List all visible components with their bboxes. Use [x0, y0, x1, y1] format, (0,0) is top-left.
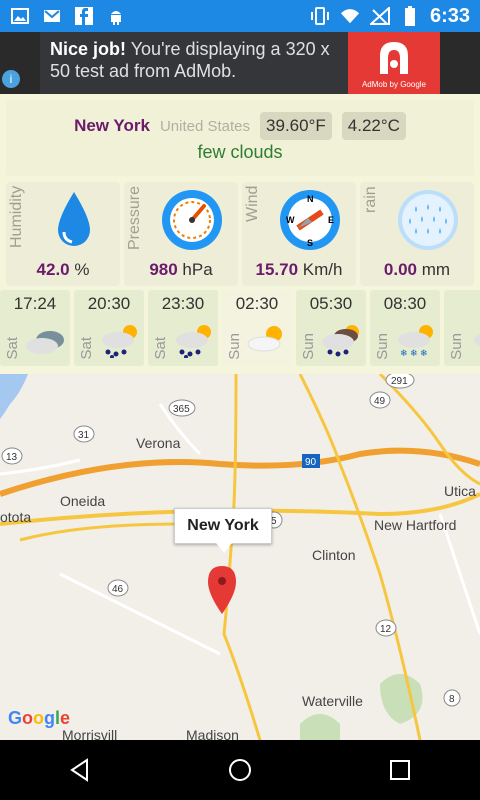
svg-text:Waterville: Waterville — [302, 693, 363, 709]
status-time: 6:33 — [429, 4, 470, 27]
pressure-value: 980 hPa — [149, 260, 213, 279]
svg-text:46: 46 — [112, 584, 124, 595]
forecast-item[interactable]: 02:30 Sun — [222, 290, 292, 366]
image-icon — [10, 6, 30, 26]
svg-text:291: 291 — [391, 376, 408, 387]
humidity-card: Humidity 42.0 % — [6, 182, 120, 286]
svg-text:New Hartford: New Hartford — [374, 517, 456, 533]
map-marker-label[interactable]: New York — [174, 508, 272, 553]
forecast-item[interactable]: 08:30 Sun ❄ ❄ ❄ — [370, 290, 440, 366]
location-panel: New York United States 39.60°F 4.22°C fe… — [6, 100, 474, 176]
svg-text:Morrisvill: Morrisvill — [62, 727, 117, 740]
ad-logo-text: AdMob by Google — [361, 79, 427, 89]
svg-text:49: 49 — [374, 396, 386, 407]
svg-text:Verona: Verona — [136, 435, 181, 451]
cloudy-icon — [474, 333, 480, 347]
svg-text:E: E — [328, 215, 334, 225]
ad-headline: Nice job! — [50, 39, 127, 59]
svg-text:90: 90 — [305, 457, 317, 468]
info-icon[interactable]: i — [2, 70, 20, 88]
ad-banner[interactable]: i Nice job! You're displaying a 320 x 50… — [0, 32, 480, 94]
svg-text:365: 365 — [173, 404, 190, 415]
svg-text:Oneida: Oneida — [60, 493, 105, 509]
facebook-icon — [74, 6, 94, 26]
wind-value: 15.70 Km/h — [255, 260, 343, 279]
forecast-item[interactable]: 05:30 Sun — [296, 290, 366, 366]
svg-text:❄: ❄ — [400, 349, 408, 358]
map-view[interactable]: 291 49 365 31 13 90 46 5 12 8 Verona One… — [0, 374, 480, 740]
humidity-value: 42.0 % — [36, 260, 90, 279]
city-name[interactable]: New York — [74, 116, 150, 136]
forecast-strip[interactable]: 17:24 Sat 20:30 Sat 23:30 Sat 02:30 Sun … — [0, 290, 480, 370]
weather-stats: Humidity 42.0 % Pressure 980 hPa Wind N … — [6, 182, 474, 286]
forecast-item[interactable]: 20:30 Sat — [74, 290, 144, 366]
stat-label: Wind — [244, 186, 261, 223]
navigation-bar — [0, 740, 480, 800]
svg-text:S: S — [307, 238, 313, 248]
svg-text:N: N — [307, 194, 314, 204]
svg-text:13: 13 — [6, 452, 18, 463]
admob-icon — [380, 41, 408, 74]
svg-text:❄: ❄ — [410, 349, 418, 358]
svg-text:W: W — [286, 215, 295, 225]
gmail-icon — [42, 6, 62, 26]
no-signal-icon — [369, 6, 390, 26]
forecast-item[interactable]: Sun — [444, 290, 480, 366]
stat-label: Pressure — [126, 186, 143, 251]
partly-sunny-icon — [247, 326, 282, 352]
wifi-icon — [340, 6, 360, 26]
ad-text[interactable]: Nice job! You're displaying a 320 x 50 t… — [40, 32, 348, 94]
admob-logo[interactable]: AdMob by Google — [348, 32, 440, 94]
back-button[interactable] — [56, 746, 104, 794]
home-button[interactable] — [216, 746, 264, 794]
rain-card: rain 0.00 mm — [360, 182, 474, 286]
rain-value: 0.00 mm — [383, 260, 451, 279]
rain-icon — [398, 190, 458, 250]
svg-text:otota: otota — [0, 509, 31, 525]
stat-label: Humidity — [8, 186, 25, 249]
map-canvas[interactable]: 291 49 365 31 13 90 46 5 12 8 Verona One… — [0, 374, 480, 740]
forecast-item[interactable]: 23:30 Sat — [148, 290, 218, 366]
snow-cloud-icon: ❄ ❄ ❄ — [398, 325, 433, 358]
home-icon — [229, 759, 251, 781]
water-drop-icon — [58, 192, 90, 246]
svg-text:31: 31 — [78, 430, 90, 441]
wind-card: Wind N S W E 15.70 Km/h — [242, 182, 356, 286]
android-icon — [106, 6, 126, 26]
partly-cloudy-rain-icon — [322, 325, 359, 357]
partly-cloudy-rain-icon — [176, 325, 211, 358]
pressure-card: Pressure 980 hPa — [124, 182, 238, 286]
forecast-item[interactable]: 17:24 Sat — [0, 290, 70, 366]
partly-cloudy-rain-icon — [102, 325, 137, 358]
vibrate-icon — [310, 6, 330, 26]
google-logo: Google — [8, 708, 71, 728]
status-bar: 6:33 — [0, 0, 480, 32]
pressure-gauge-icon — [162, 190, 222, 250]
country-name: United States — [159, 117, 251, 135]
stat-label: rain — [362, 186, 379, 213]
weather-app-screen: 6:33 i Nice job! You're displaying a 320… — [0, 0, 480, 800]
svg-text:❄: ❄ — [420, 349, 428, 358]
back-icon — [70, 758, 88, 782]
recents-button[interactable] — [376, 746, 424, 794]
svg-text:8: 8 — [449, 694, 455, 705]
cloudy-icon — [26, 331, 64, 354]
svg-text:Clinton: Clinton — [312, 547, 356, 563]
temp-fahrenheit[interactable]: 39.60°F — [260, 112, 332, 140]
svg-text:12: 12 — [380, 624, 392, 635]
battery-icon — [400, 6, 420, 26]
weather-description: few clouds — [197, 142, 283, 162]
compass-icon: N S W E — [280, 190, 340, 250]
svg-text:Madison: Madison — [186, 727, 239, 740]
recents-icon — [390, 760, 410, 780]
temp-celsius[interactable]: 4.22°C — [341, 112, 406, 140]
svg-text:Utica: Utica — [444, 483, 476, 499]
